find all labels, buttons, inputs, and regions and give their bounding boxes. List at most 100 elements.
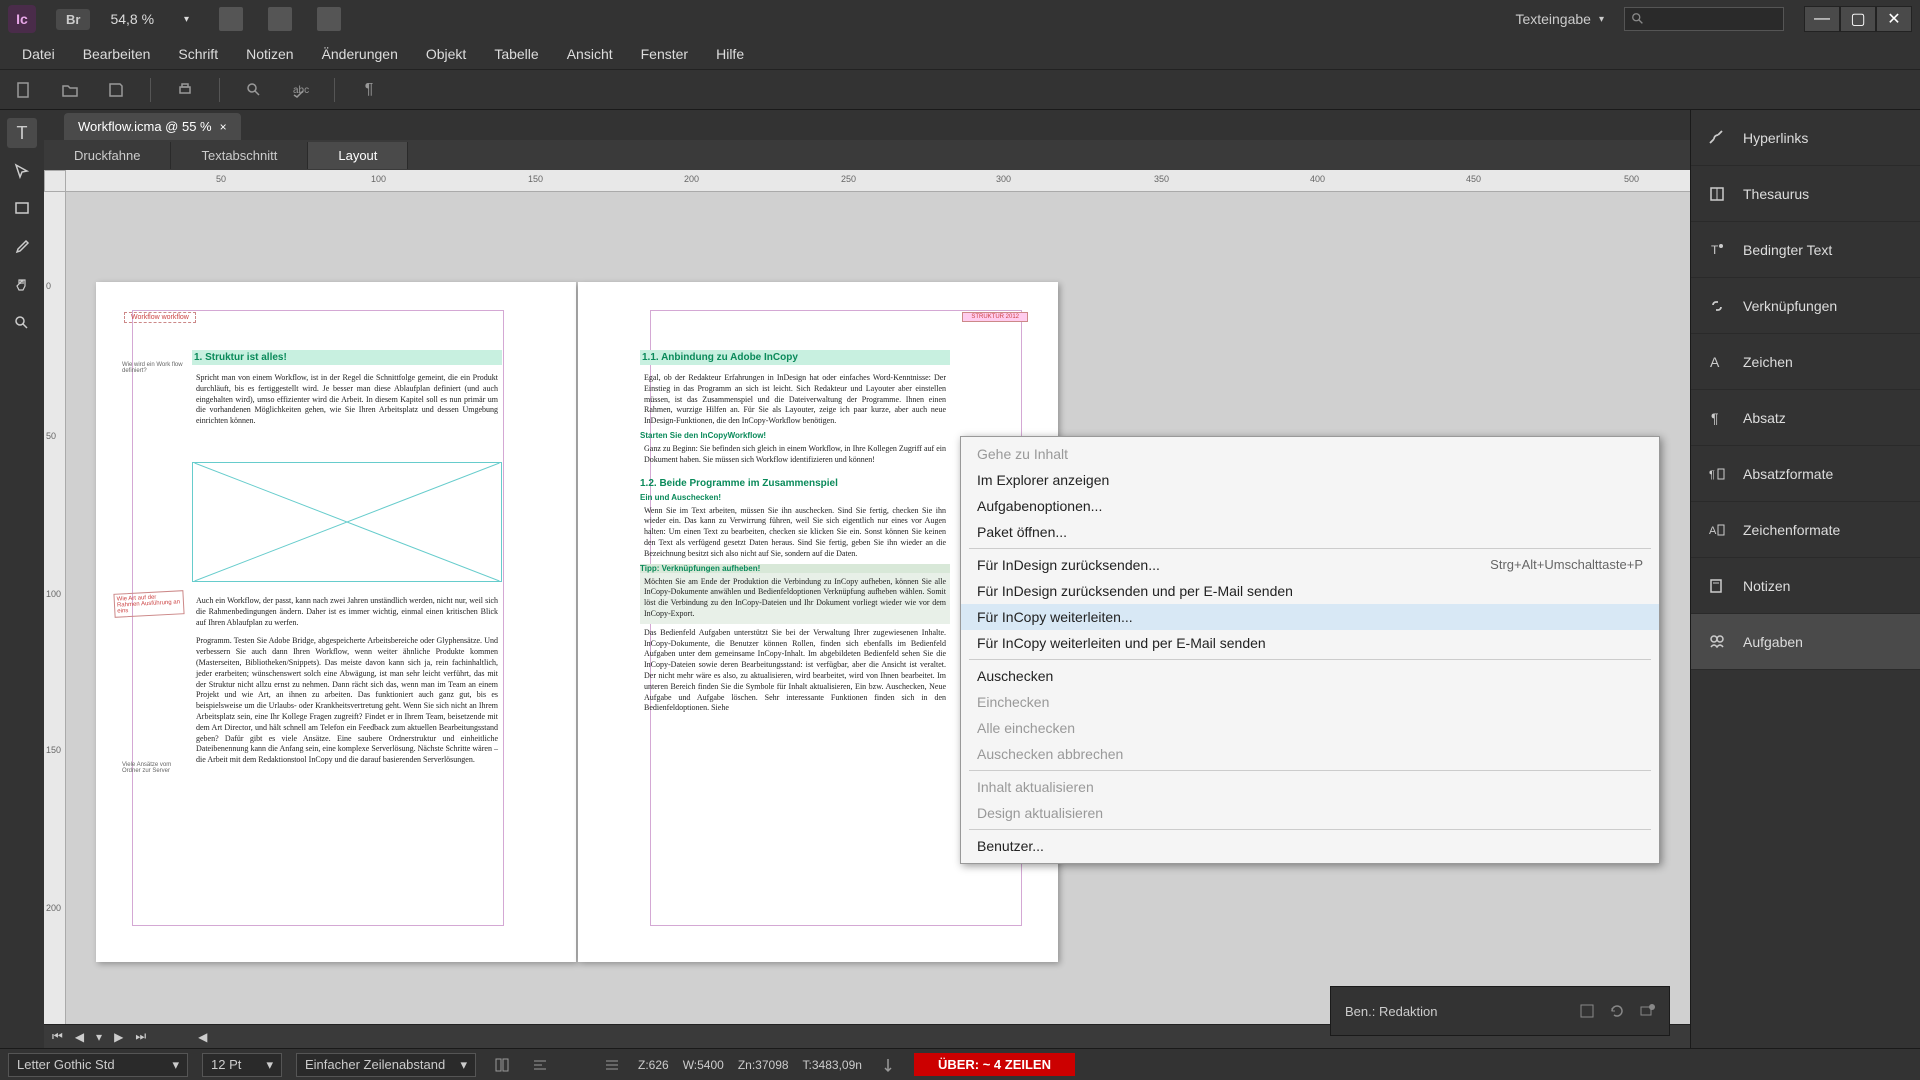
ctx-label: Für InDesign zurücksenden... [977, 557, 1160, 573]
close-icon[interactable]: × [220, 120, 227, 134]
nav-story-prev[interactable]: ◀ [198, 1030, 207, 1044]
menu-notizen[interactable]: Notizen [232, 40, 307, 68]
panel-notizen[interactable]: Notizen [1691, 558, 1920, 614]
margin-text: Wie wird ein Work flow definiert? [122, 362, 184, 374]
maximize-button[interactable]: ▢ [1840, 6, 1876, 32]
panel-zeichenformate[interactable]: A Zeichenformate [1691, 502, 1920, 558]
menu-datei[interactable]: Datei [8, 40, 69, 68]
menu-bearbeiten[interactable]: Bearbeiten [69, 40, 165, 68]
new-assignment-icon[interactable] [1639, 1003, 1655, 1019]
update-content-icon[interactable] [1579, 1003, 1595, 1019]
nav-next[interactable]: ▶ [114, 1030, 123, 1044]
ctx-benutzer[interactable]: Benutzer... [961, 833, 1659, 859]
pilcrow-icon[interactable]: ¶ [357, 78, 381, 102]
tab-textabschnitt[interactable]: Textabschnitt [171, 142, 308, 169]
panel-label: Zeichenformate [1743, 522, 1840, 538]
panel-zeichen[interactable]: AZeichen [1691, 334, 1920, 390]
view-mode-2[interactable] [268, 7, 292, 31]
book-icon [1705, 182, 1729, 206]
ctx-f-r-incopy-weiterleiten-und-per-e-mail-senden[interactable]: Für InCopy weiterleiten und per E-Mail s… [961, 630, 1659, 656]
panel-bedingter text[interactable]: TBedingter Text [1691, 222, 1920, 278]
note-tool[interactable] [7, 194, 37, 224]
toolbar: abc ¶ [0, 70, 1920, 110]
ctx-f-r-indesign-zur-cksenden[interactable]: Für InDesign zurücksenden...Strg+Alt+Ums… [961, 552, 1659, 578]
find-icon[interactable] [242, 78, 266, 102]
menu-ansicht[interactable]: Ansicht [553, 40, 627, 68]
search-input[interactable] [1624, 7, 1784, 31]
panel-absatzformate[interactable]: ¶Absatzformate [1691, 446, 1920, 502]
size-combo[interactable]: 12 Pt▾ [202, 1053, 282, 1077]
ctx-paket-ffnen[interactable]: Paket öffnen... [961, 519, 1659, 545]
document-tab[interactable]: Workflow.icma @ 55 % × [64, 113, 241, 140]
ctx-label: Benutzer... [977, 838, 1044, 854]
open-icon[interactable] [58, 78, 82, 102]
direct-select-tool[interactable] [7, 156, 37, 186]
refresh-icon[interactable] [1609, 1003, 1625, 1019]
line-count-icon [600, 1053, 624, 1077]
menu-tabelle[interactable]: Tabelle [480, 40, 552, 68]
panel-label: Absatz [1743, 410, 1786, 426]
type-tool[interactable]: T [7, 118, 37, 148]
window-controls: — ▢ ✕ [1804, 6, 1912, 32]
ctx-aufgabenoptionen[interactable]: Aufgabenoptionen... [961, 493, 1659, 519]
statusbar: Letter Gothic Std▾ 12 Pt▾ Einfacher Zeil… [0, 1048, 1920, 1080]
save-icon[interactable] [104, 78, 128, 102]
margin-note: Wie Art auf der Rahmen Ausführung an ein… [113, 590, 184, 618]
heading-12: 1.2. Beide Programme im Zusammenspiel [640, 478, 950, 489]
zoom-combo[interactable]: 54,8 % [110, 11, 189, 27]
nav-dropdown[interactable]: ▾ [96, 1030, 102, 1044]
view-mode-3[interactable] [317, 7, 341, 31]
font-combo[interactable]: Letter Gothic Std▾ [8, 1053, 188, 1077]
menu-objekt[interactable]: Objekt [412, 40, 480, 68]
panel-absatz[interactable]: ¶Absatz [1691, 390, 1920, 446]
menu-schrift[interactable]: Schrift [164, 40, 232, 68]
menu-fenster[interactable]: Fenster [627, 40, 702, 68]
align-icon[interactable] [528, 1053, 552, 1077]
hand-tool[interactable] [7, 270, 37, 300]
paragraph: Programm. Testen Sie Adobe Bridge, abges… [192, 632, 502, 770]
paragraph: Ganz zu Beginn: Sie befinden sich gleich… [640, 440, 950, 470]
ruler-mark: 400 [1310, 174, 1325, 184]
nav-prev[interactable]: ◀ [75, 1030, 84, 1044]
ruler-mark: 350 [1154, 174, 1169, 184]
document-tabs: Workflow.icma @ 55 % × [44, 110, 1690, 140]
print-icon[interactable] [173, 78, 197, 102]
minimize-button[interactable]: — [1804, 6, 1840, 32]
subheading: Ein und Auschecken! [640, 493, 950, 502]
close-button[interactable]: ✕ [1876, 6, 1912, 32]
tab-layout[interactable]: Layout [308, 142, 408, 169]
menu-aenderungen[interactable]: Änderungen [308, 40, 412, 68]
panel-label: Absatzformate [1743, 466, 1833, 482]
ctx-f-r-incopy-weiterleiten[interactable]: Für InCopy weiterleiten... [961, 604, 1659, 630]
ctx-f-r-indesign-zur-cksenden-und-per-e-mail-senden[interactable]: Für InDesign zurücksenden und per E-Mail… [961, 578, 1659, 604]
bridge-button[interactable]: Br [56, 9, 90, 30]
ruler-corner [44, 170, 66, 192]
panel-hyperlinks[interactable]: Hyperlinks [1691, 110, 1920, 166]
spacing-combo[interactable]: Einfacher Zeilenabstand▾ [296, 1053, 476, 1077]
view-mode-1[interactable] [219, 7, 243, 31]
menu-hilfe[interactable]: Hilfe [702, 40, 758, 68]
charf-icon: A [1705, 518, 1729, 542]
assignments-panel-footer: Ben.: Redaktion [1330, 986, 1670, 1036]
toolbar-separator [334, 78, 335, 102]
line-spacing: Einfacher Zeilenabstand [305, 1057, 445, 1072]
columns-icon[interactable] [490, 1053, 514, 1077]
workspace-switcher[interactable]: Texteingabe [1515, 11, 1604, 27]
text-frame: 1. Struktur ist alles! Spricht man von e… [192, 342, 502, 431]
ctx-label: Für InCopy weiterleiten... [977, 609, 1133, 625]
tab-druckfahne[interactable]: Druckfahne [44, 142, 171, 169]
ruler-mark: 300 [996, 174, 1011, 184]
nav-first[interactable]: ⏮ [52, 1029, 63, 1044]
text-frame: Auch ein Workflow, der passt, kann nach … [192, 592, 502, 770]
spellcheck-icon[interactable]: abc [288, 78, 312, 102]
panel-verknüpfungen[interactable]: Verknüpfungen [1691, 278, 1920, 334]
ctx-auschecken[interactable]: Auschecken [961, 663, 1659, 689]
nav-last[interactable]: ⏭ [135, 1029, 146, 1044]
panel-aufgaben[interactable]: Aufgaben [1691, 614, 1920, 670]
panel-label: Hyperlinks [1743, 130, 1808, 146]
panel-thesaurus[interactable]: Thesaurus [1691, 166, 1920, 222]
ctx-im-explorer-anzeigen[interactable]: Im Explorer anzeigen [961, 467, 1659, 493]
eyedropper-tool[interactable] [7, 232, 37, 262]
zoom-tool[interactable] [7, 308, 37, 338]
new-icon[interactable] [12, 78, 36, 102]
